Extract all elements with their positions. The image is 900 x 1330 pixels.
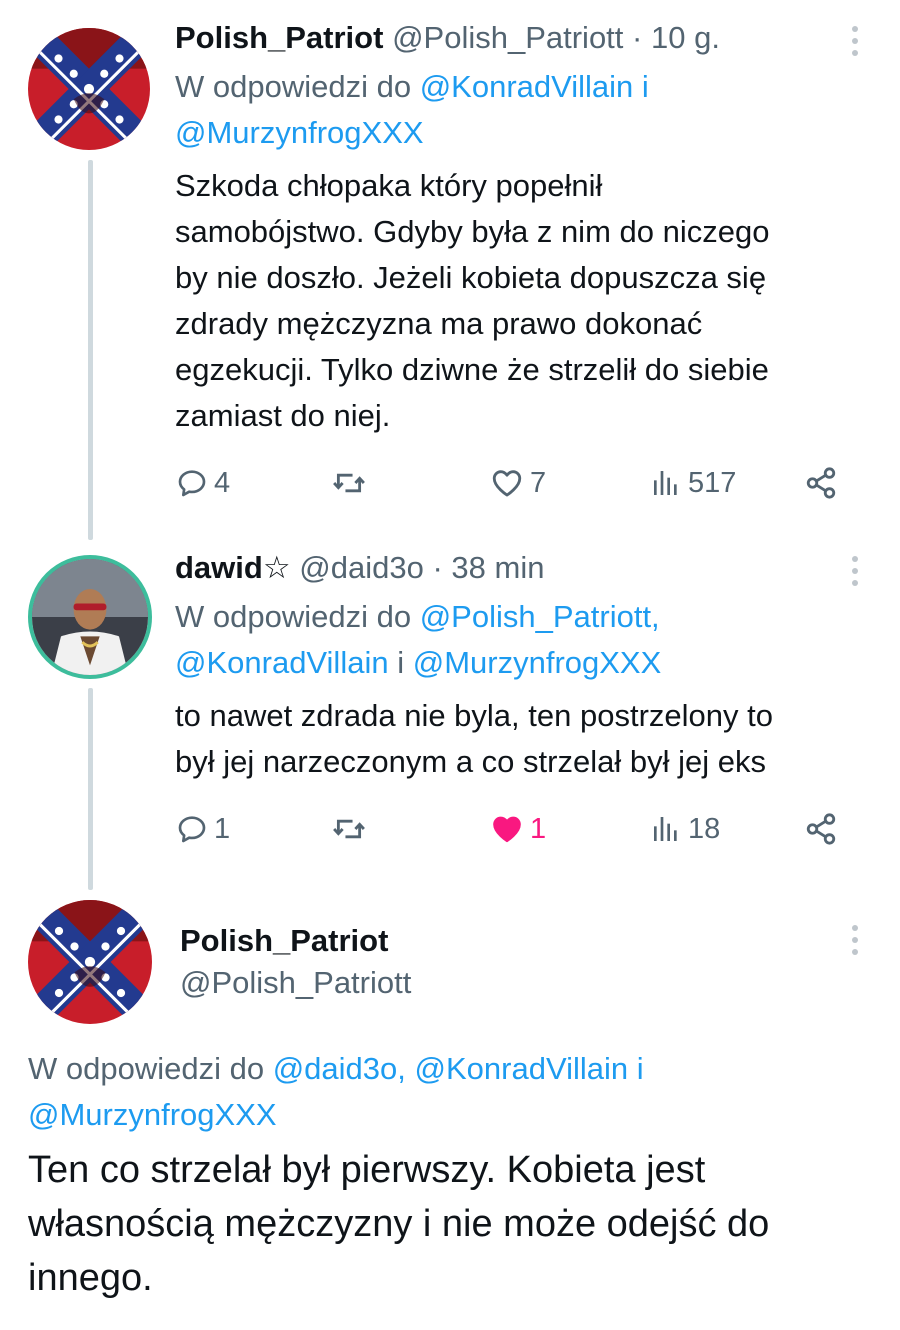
like-button[interactable]: 7 — [490, 461, 546, 505]
more-vertical-icon[interactable] — [850, 26, 860, 56]
like-button[interactable]: 1 — [490, 807, 546, 851]
avatar-image — [32, 559, 148, 675]
bar-chart-icon — [650, 813, 682, 845]
reply-prefix: W odpowiedzi do — [175, 599, 412, 634]
tweet-text-line: zamiast do niej. — [175, 398, 391, 433]
mention-link[interactable]: @MurzynfrogXXX — [175, 115, 424, 150]
tweet-text-line: Ten co strzelał był pierwszy. Kobieta je… — [28, 1149, 706, 1191]
views-button[interactable]: 18 — [650, 807, 720, 851]
avatar[interactable] — [28, 900, 152, 1024]
mention-link[interactable]: @KonradVillain — [175, 645, 389, 680]
reply-context: W odpowiedzi do @daid3o, @KonradVillain … — [28, 1046, 644, 1138]
mention-link[interactable]: @MurzynfrogXXX — [413, 645, 662, 680]
mention-link[interactable]: @KonradVillain — [420, 69, 634, 104]
view-count: 18 — [688, 812, 721, 845]
username[interactable]: @Polish_Patriott — [180, 962, 411, 1004]
tweet-header: dawid☆ @daid3o · 38 min — [175, 550, 544, 586]
like-count: 1 — [530, 812, 547, 845]
tweet-text: to nawet zdrada nie byla, ten postrzelon… — [175, 693, 773, 785]
tweet-text-line: egzekucji. Tylko dziwne że strzelił do s… — [175, 352, 769, 387]
display-name[interactable]: dawid☆ — [175, 550, 291, 585]
retweet-icon — [332, 466, 366, 500]
reply-context: W odpowiedzi do @KonradVillain i @Murzyn… — [175, 64, 649, 156]
reply-prefix: W odpowiedzi do — [28, 1051, 265, 1086]
share-button[interactable] — [804, 807, 838, 851]
mention-link[interactable]: @Polish_Patriott, — [420, 599, 660, 634]
tweet-header: Polish_Patriot @Polish_Patriott — [180, 920, 411, 1004]
speech-bubble-icon — [176, 813, 208, 845]
tweet-text-line: własnością mężczyzny i nie może odejść d… — [28, 1203, 770, 1245]
tweet-text-line: innego. — [28, 1257, 153, 1299]
retweet-button[interactable] — [332, 461, 366, 505]
heart-icon — [490, 466, 524, 500]
reply-prefix: W odpowiedzi do — [175, 69, 412, 104]
separator-dot: · — [432, 550, 443, 585]
username[interactable]: @daid3o — [299, 550, 424, 585]
view-count: 517 — [688, 466, 737, 499]
separator-dot: · — [632, 20, 643, 55]
reply-context: W odpowiedzi do @Polish_Patriott, @Konra… — [175, 594, 661, 686]
tweet-text: Szkoda chłopaka który popełnił samobójst… — [175, 163, 769, 439]
speech-bubble-icon — [176, 467, 208, 499]
thread-line — [88, 160, 93, 540]
heart-icon — [490, 812, 524, 846]
avatar[interactable] — [28, 555, 152, 679]
mention-link[interactable]: @MurzynfrogXXX — [28, 1097, 277, 1132]
tweet-text-line: Szkoda chłopaka który popełnił — [175, 168, 603, 203]
tweet-text-line: to nawet zdrada nie byla, ten postrzelon… — [175, 698, 773, 733]
share-icon — [804, 812, 838, 846]
tweet-text: Ten co strzelał był pierwszy. Kobieta je… — [28, 1143, 769, 1305]
avatar-image — [28, 28, 150, 150]
views-button[interactable]: 517 — [650, 461, 736, 505]
more-vertical-icon[interactable] — [850, 556, 860, 586]
username[interactable]: @Polish_Patriott — [392, 20, 623, 55]
mention-connector: i — [641, 69, 649, 104]
tweet-text-line: zdrady mężczyzna ma prawo dokonać — [175, 306, 703, 341]
timestamp[interactable]: 10 g. — [651, 20, 720, 55]
tweet-header: Polish_Patriot @Polish_Patriott · 10 g. — [175, 20, 720, 56]
reply-button[interactable]: 4 — [176, 461, 230, 505]
mention-connector: i — [636, 1051, 644, 1086]
action-bar: 1 1 18 — [172, 807, 852, 851]
mention-link[interactable]: @daid3o, — [273, 1051, 406, 1086]
display-name[interactable]: Polish_Patriot — [180, 920, 411, 962]
thread-line — [88, 688, 93, 890]
action-bar: 4 7 517 — [172, 461, 852, 505]
avatar[interactable] — [28, 28, 150, 150]
display-name[interactable]: Polish_Patriot — [175, 20, 383, 55]
bar-chart-icon — [650, 467, 682, 499]
mention-connector: i — [397, 645, 405, 680]
reply-count: 1 — [214, 812, 231, 845]
reply-count: 4 — [214, 466, 231, 499]
share-button[interactable] — [804, 461, 838, 505]
tweet-text-line: by nie doszło. Jeżeli kobieta dopuszcza … — [175, 260, 767, 295]
like-count: 7 — [530, 466, 547, 499]
reply-button[interactable]: 1 — [176, 807, 230, 851]
mention-link[interactable]: @KonradVillain — [415, 1051, 629, 1086]
retweet-button[interactable] — [332, 807, 366, 851]
share-icon — [804, 466, 838, 500]
more-vertical-icon[interactable] — [850, 925, 860, 955]
tweet-text-line: był jej narzeczonym a co strzelał był je… — [175, 744, 766, 779]
retweet-icon — [332, 812, 366, 846]
tweet-text-line: samobójstwo. Gdyby była z nim do niczego — [175, 214, 770, 249]
avatar-image — [28, 900, 152, 1024]
timestamp[interactable]: 38 min — [451, 550, 544, 585]
